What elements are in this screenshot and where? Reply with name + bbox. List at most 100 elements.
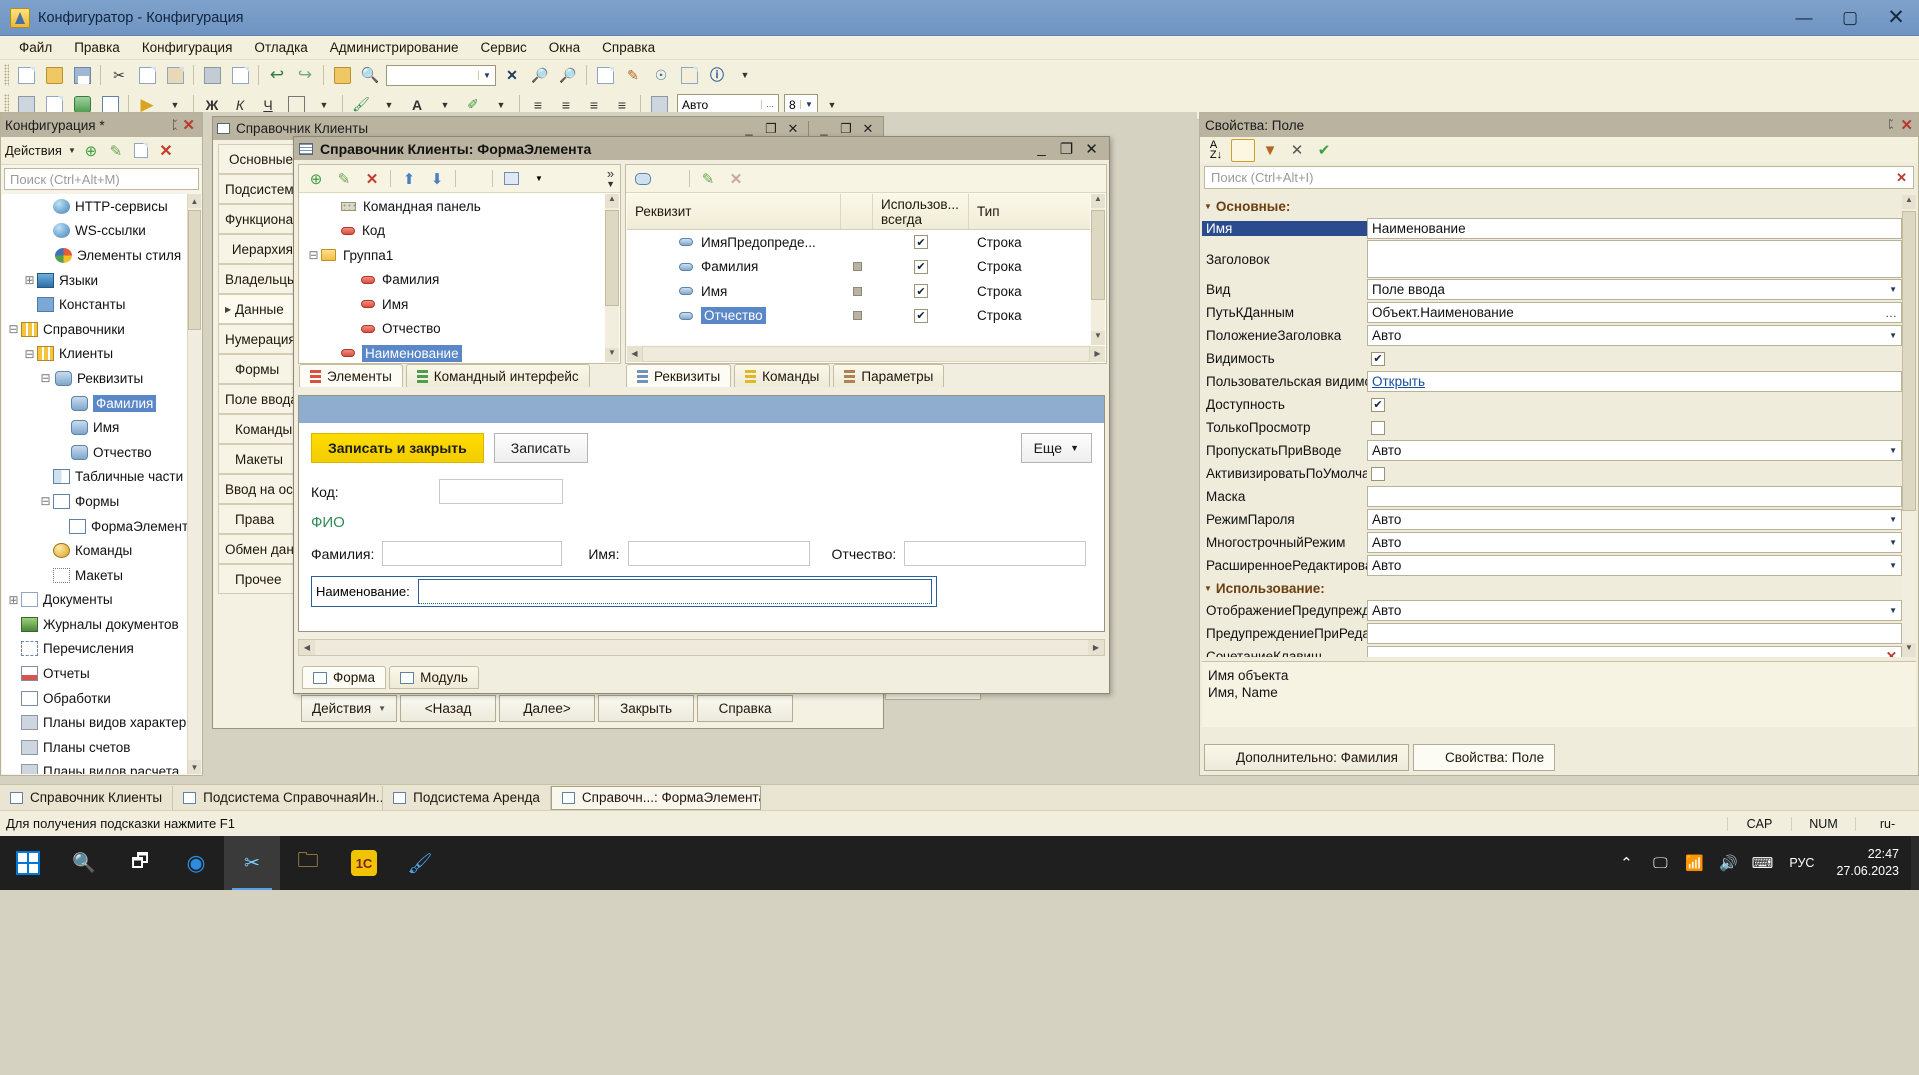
config-tree-item[interactable]: Перечисления xyxy=(2,637,188,662)
global-search-icon[interactable]: ☉ xyxy=(648,62,674,88)
config-tree-item[interactable]: Константы xyxy=(2,292,188,317)
scroll-thumb[interactable] xyxy=(188,210,201,330)
config-tree-item[interactable]: Планы счетов xyxy=(2,735,188,760)
use-always-checkbox[interactable]: ✔ xyxy=(914,284,928,299)
chevron-down-icon[interactable]: ▼ xyxy=(478,70,495,80)
catalog-close-button[interactable]: ✕ xyxy=(782,121,804,137)
close-small-icon[interactable]: ✕ xyxy=(1285,139,1309,162)
window-tab[interactable]: Справочник Клиенты xyxy=(0,785,174,810)
close-button[interactable]: ✕ xyxy=(1873,0,1919,35)
new-document-icon[interactable] xyxy=(13,62,39,88)
find-in-file-icon[interactable] xyxy=(329,62,355,88)
property-value-checkbox-cell[interactable]: ✔ xyxy=(1367,348,1902,369)
config-tree-item[interactable]: Имя xyxy=(2,415,188,440)
1c-icon[interactable]: 1С xyxy=(336,836,392,890)
property-value[interactable]: Авто ▼ xyxy=(1367,325,1902,346)
property-group-header[interactable]: ▼ Использование: xyxy=(1202,577,1902,599)
attribute-use-always-cell[interactable]: ✔ xyxy=(873,304,969,329)
scroll-up-icon[interactable]: ▲ xyxy=(1091,194,1105,208)
configuration-search-input[interactable]: Поиск (Ctrl+Alt+M) xyxy=(4,168,199,190)
save-and-close-button[interactable]: Записать и закрыть xyxy=(311,433,484,463)
clear-search-icon[interactable]: ✕ xyxy=(499,62,525,88)
use-always-checkbox[interactable]: ✔ xyxy=(914,308,928,323)
property-group-header[interactable]: ▼ Основные: xyxy=(1202,195,1902,217)
form-maximize-button[interactable]: ❐ xyxy=(1054,140,1079,158)
chevron-down-icon[interactable]: ▼ xyxy=(68,146,76,155)
property-value[interactable]: Авто ▼ xyxy=(1367,509,1902,530)
check-icon[interactable]: ✔ xyxy=(1312,139,1336,162)
property-row[interactable]: ТолькоПросмотр xyxy=(1202,416,1902,439)
add-icon[interactable]: ⊕ xyxy=(81,141,101,161)
config-tree-item[interactable]: Отчество xyxy=(2,440,188,465)
property-value-checkbox-cell[interactable]: ✔ xyxy=(1367,394,1902,415)
properties-tab[interactable]: Свойства: Поле xyxy=(1413,744,1556,771)
form-field-name-selected[interactable]: Наименование: xyxy=(311,576,937,607)
attribute-use-always-cell[interactable]: ✔ xyxy=(873,279,969,304)
property-row[interactable]: ОтображениеПредупреждения Авто ▼ xyxy=(1202,599,1902,622)
catalog-tab-подсистемы[interactable]: Подсистемы xyxy=(218,174,293,204)
search-icon[interactable]: 🔍 xyxy=(56,836,112,890)
firstname-input[interactable] xyxy=(627,541,810,566)
hscroll-thumb[interactable] xyxy=(315,640,1088,655)
attributes-scrollbar[interactable]: ▲ ▼ xyxy=(1091,194,1105,345)
form-element-item[interactable]: Фамилия xyxy=(300,268,604,293)
chevron-down-icon[interactable]: ▼ xyxy=(1883,331,1897,340)
menu-item-help[interactable]: Справка xyxy=(591,38,666,57)
tab-реквизиты[interactable]: Реквизиты xyxy=(626,364,732,387)
form-element-item[interactable]: Имя xyxy=(300,292,604,317)
form-close-button[interactable]: ✕ xyxy=(1079,140,1104,158)
window-tab[interactable]: Подсистема СправочнаяИн... xyxy=(173,785,384,810)
tab-параметры[interactable]: Параметры xyxy=(833,364,945,387)
window-tab[interactable]: Справочн...: ФормаЭлемента xyxy=(550,785,761,810)
attributes-table[interactable]: Реквизит Использов... всегда Тип ИмяПред… xyxy=(627,194,1090,345)
expand-icon[interactable]: ⊞ xyxy=(6,593,21,607)
config-tree-item[interactable]: Команды xyxy=(2,538,188,563)
property-row[interactable]: Вид Поле ввода ▼ xyxy=(1202,278,1902,301)
scroll-down-icon[interactable]: ▼ xyxy=(1902,643,1916,657)
choose-button-icon[interactable]: … xyxy=(1879,306,1897,320)
scroll-thumb[interactable] xyxy=(605,210,619,306)
menu-item-administration[interactable]: Администрирование xyxy=(319,38,470,57)
name-input[interactable] xyxy=(417,579,932,604)
config-tree-item[interactable]: Отчеты xyxy=(2,661,188,686)
property-row[interactable]: Имя Наименование xyxy=(1202,217,1902,240)
scroll-up-icon[interactable]: ▲ xyxy=(605,194,619,208)
edit-icon[interactable]: ✎ xyxy=(332,167,356,190)
start-icon[interactable] xyxy=(0,836,56,890)
attribute-flag-icon[interactable] xyxy=(852,262,862,272)
about-icon[interactable]: ⓘ xyxy=(704,62,730,88)
save-button[interactable]: Записать xyxy=(493,433,588,463)
catalog-minimize-button[interactable]: _ xyxy=(738,121,760,137)
elements-overflow-chevron-icon[interactable]: ▼ xyxy=(606,179,615,189)
use-always-checkbox[interactable]: ✔ xyxy=(914,235,928,250)
chevron-down-icon[interactable]: ▼ xyxy=(1883,538,1897,547)
property-row[interactable]: ПропускатьПриВводе Авто ▼ xyxy=(1202,439,1902,462)
print-preview-icon[interactable] xyxy=(227,62,253,88)
expand-icon[interactable]: ⊞ xyxy=(22,273,37,287)
chevron-down-icon[interactable]: ▼ xyxy=(1883,446,1897,455)
config-tree-item[interactable]: WS-ссылки xyxy=(2,219,188,244)
property-value[interactable]: Объект.Наименование… xyxy=(1367,302,1902,323)
attribute-use-always-cell[interactable]: ✔ xyxy=(873,255,969,280)
property-value-checkbox-cell[interactable] xyxy=(1367,463,1902,484)
filter-icon[interactable]: ▼ xyxy=(1258,139,1282,162)
property-value[interactable]: Авто ▼ xyxy=(1367,555,1902,576)
properties-tab[interactable]: Дополнительно: Фамилия xyxy=(1204,744,1409,771)
properties-list[interactable]: ▼ Основные: Имя Наименование Заголовок Вид Пол… xyxy=(1202,195,1902,657)
property-row[interactable]: Заголовок xyxy=(1202,240,1902,278)
catalog-tab-ввод-на-основании[interactable]: Ввод на основании xyxy=(218,474,293,504)
menu-item-service[interactable]: Сервис xyxy=(470,38,538,57)
chevron-down-icon[interactable]: ▼ xyxy=(1883,561,1897,570)
task-view-icon[interactable]: 🗗 xyxy=(112,836,168,890)
config-tree-item[interactable]: ⊞ Документы xyxy=(2,588,188,613)
middlename-input[interactable] xyxy=(904,541,1087,566)
scroll-up-icon[interactable]: ▲ xyxy=(188,194,201,208)
property-value[interactable]: ✕ xyxy=(1367,646,1902,657)
group-icon[interactable] xyxy=(499,167,523,190)
style-dots-icon[interactable]: … xyxy=(761,100,778,109)
volume-icon[interactable]: 🔊 xyxy=(1711,854,1745,872)
property-row[interactable]: РасширенноеРедактирование Авто ▼ xyxy=(1202,554,1902,577)
scroll-up-icon[interactable]: ▲ xyxy=(1902,195,1916,209)
attribute-row[interactable]: Отчество ✔ Строка xyxy=(627,304,1090,329)
minimize-button[interactable]: — xyxy=(1781,0,1827,35)
